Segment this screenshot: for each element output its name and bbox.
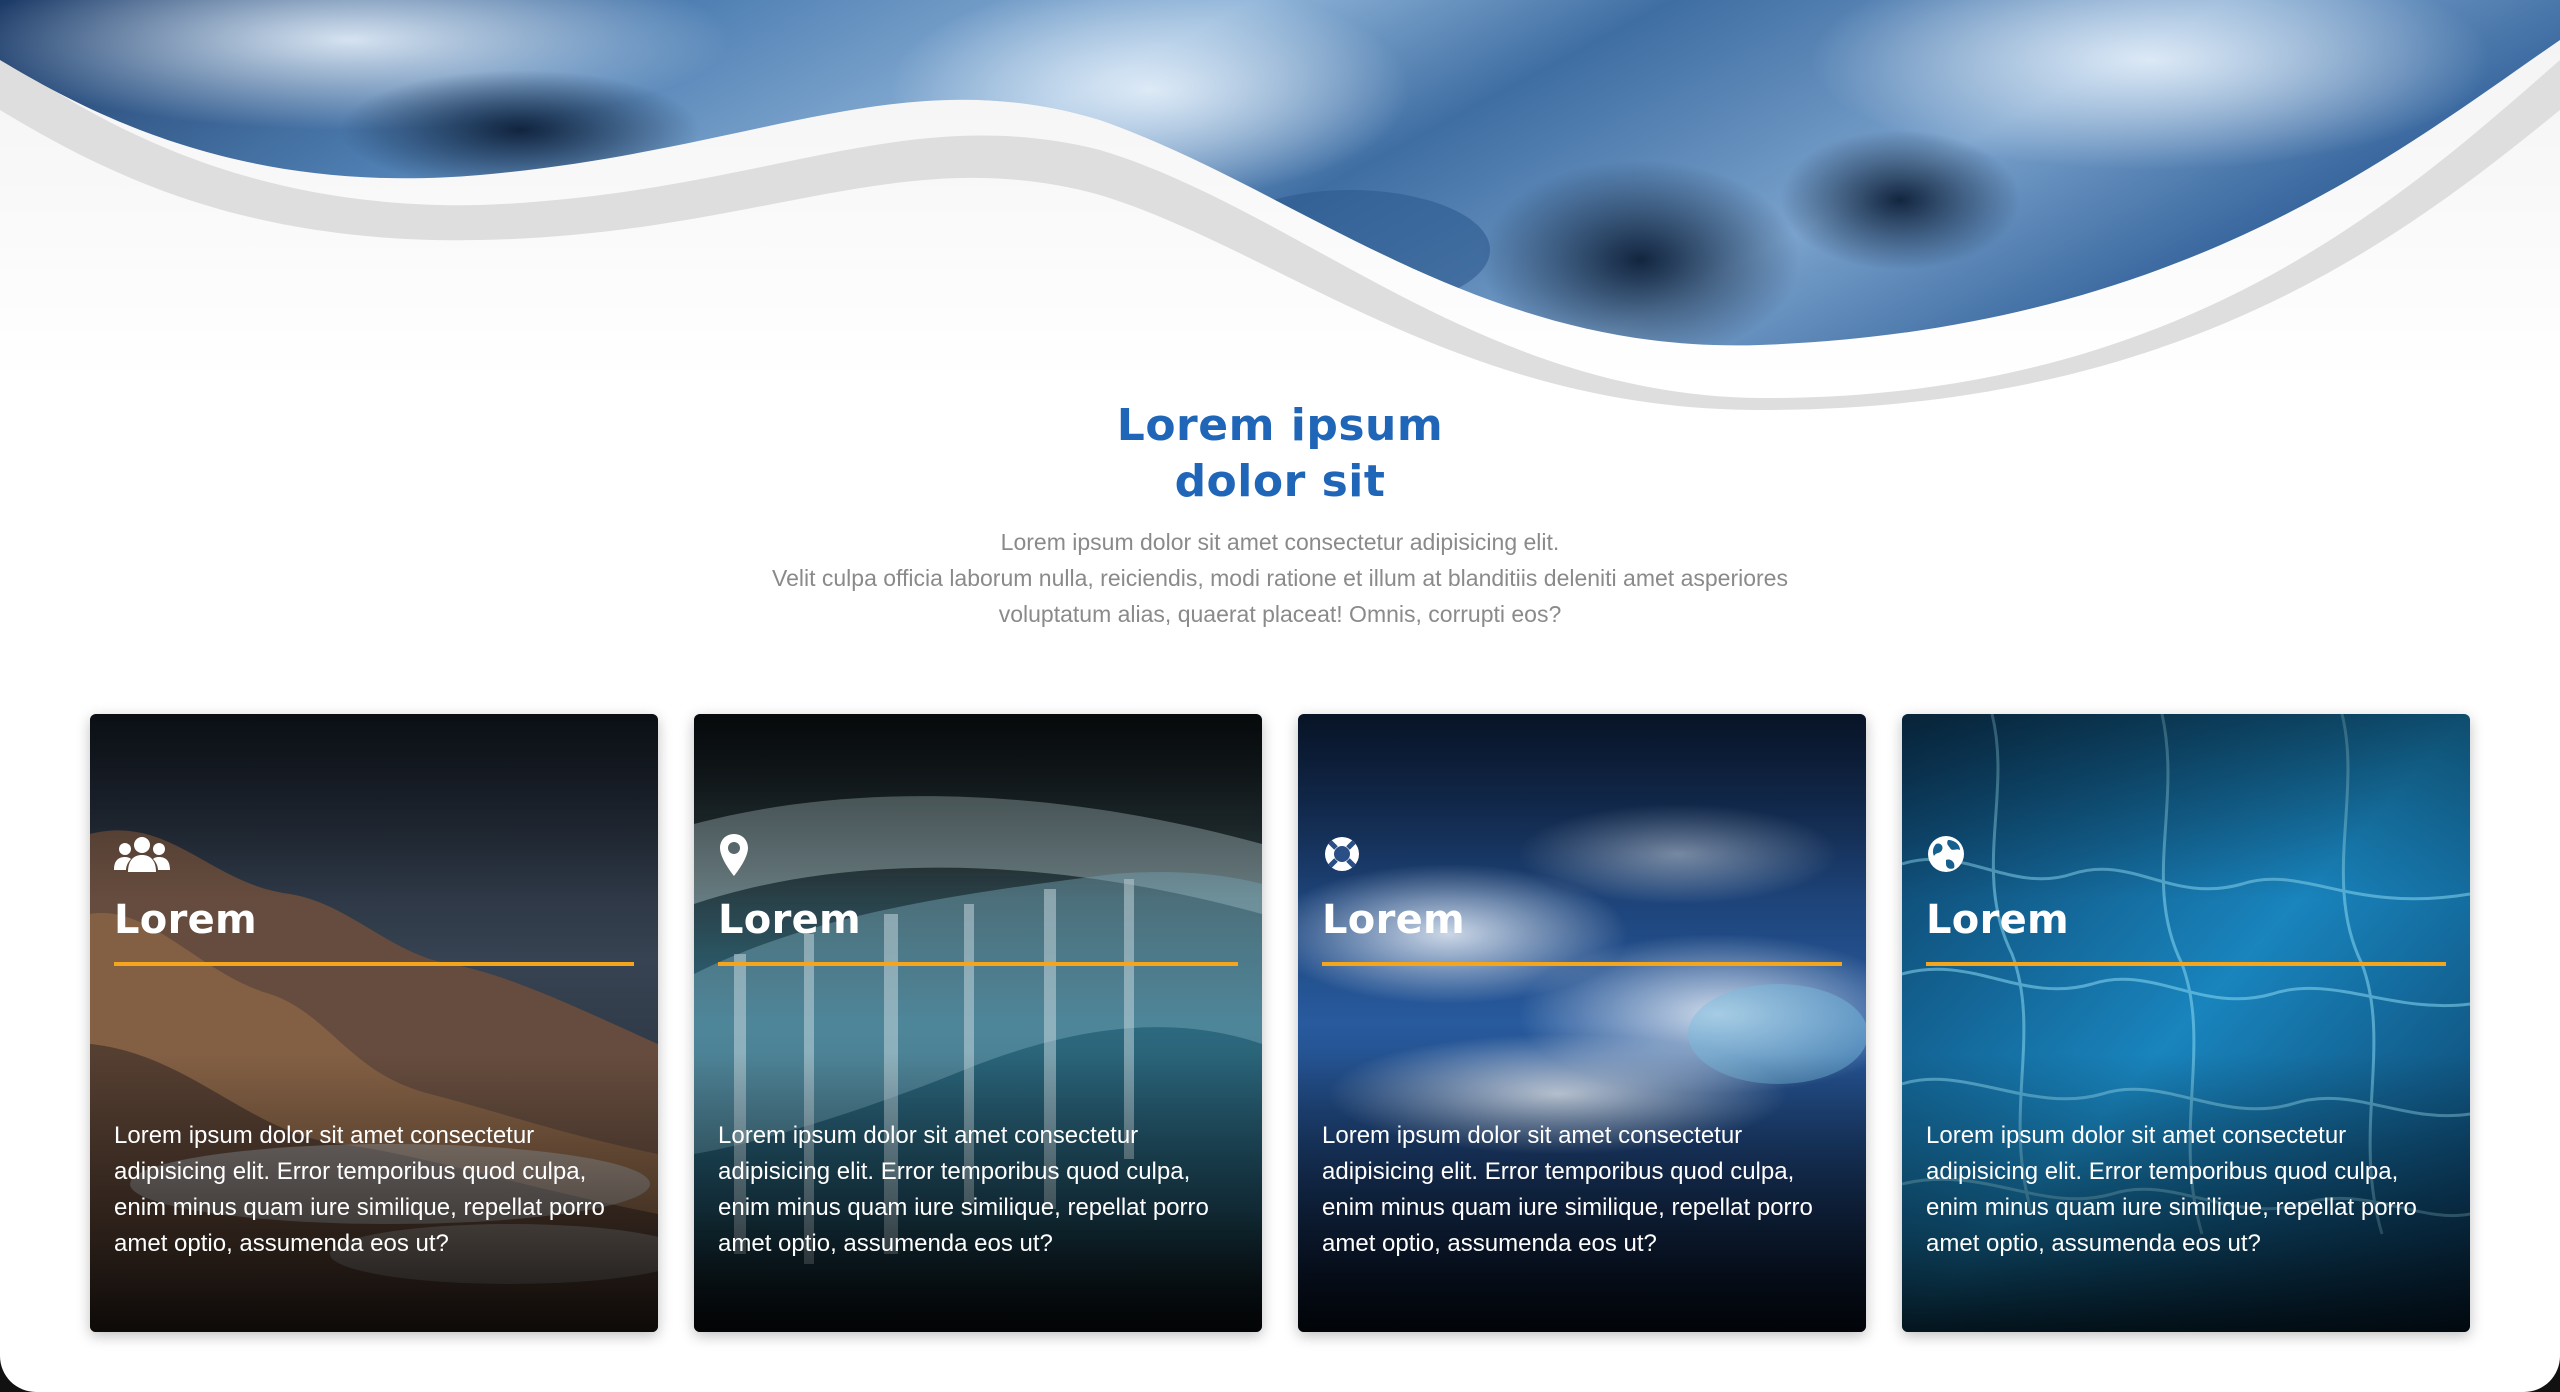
section-desc-line1: Lorem ipsum dolor sit amet consectetur a… [1000, 529, 1560, 555]
section-desc-line2: Velit culpa officia laborum nulla, reici… [772, 565, 1788, 591]
feature-card[interactable]: Lorem Lorem ipsum dolor sit amet consect… [90, 714, 658, 1332]
card-text: Lorem ipsum dolor sit amet consectetur a… [114, 1122, 605, 1257]
globe-icon [1928, 836, 1964, 872]
feature-card[interactable]: Lorem Lorem ipsum dolor sit amet consect… [1298, 714, 1866, 1332]
section-title-line2: dolor sit [1174, 456, 1386, 507]
card-title: Lorem [114, 897, 258, 943]
card-divider [718, 962, 1238, 966]
users-icon [114, 837, 170, 872]
feature-card[interactable]: Lorem Lorem ipsum dolor sit amet consect… [1902, 714, 2470, 1332]
card-title: Lorem [718, 897, 862, 943]
card-divider [1926, 962, 2446, 966]
card-title: Lorem [1926, 897, 2070, 943]
card-text: Lorem ipsum dolor sit amet consectetur a… [1926, 1122, 2417, 1257]
card-divider [114, 962, 634, 966]
page: Lorem ipsum dolor sit Lorem ipsum dolor … [0, 0, 2560, 1392]
section-title: Lorem ipsum dolor sit [0, 398, 2560, 510]
map-marker-icon [720, 834, 748, 876]
card-text: Lorem ipsum dolor sit amet consectetur a… [718, 1122, 1209, 1257]
card-title: Lorem [1322, 897, 1466, 943]
section-description: Lorem ipsum dolor sit amet consectetur a… [730, 524, 1830, 632]
feature-cards: Lorem Lorem ipsum dolor sit amet consect… [90, 714, 2470, 1332]
card-text: Lorem ipsum dolor sit amet consectetur a… [1322, 1122, 1813, 1257]
card-divider [1322, 962, 1842, 966]
section-desc-line3: voluptatum alias, quaerat placeat! Omnis… [998, 601, 1562, 627]
section-header: Lorem ipsum dolor sit Lorem ipsum dolor … [0, 398, 2560, 632]
feature-card[interactable]: Lorem Lorem ipsum dolor sit amet consect… [694, 714, 1262, 1332]
life-ring-icon [1325, 837, 1359, 871]
section-title-line1: Lorem ipsum [1116, 400, 1444, 451]
hero-ocean-image [0, 0, 2560, 410]
